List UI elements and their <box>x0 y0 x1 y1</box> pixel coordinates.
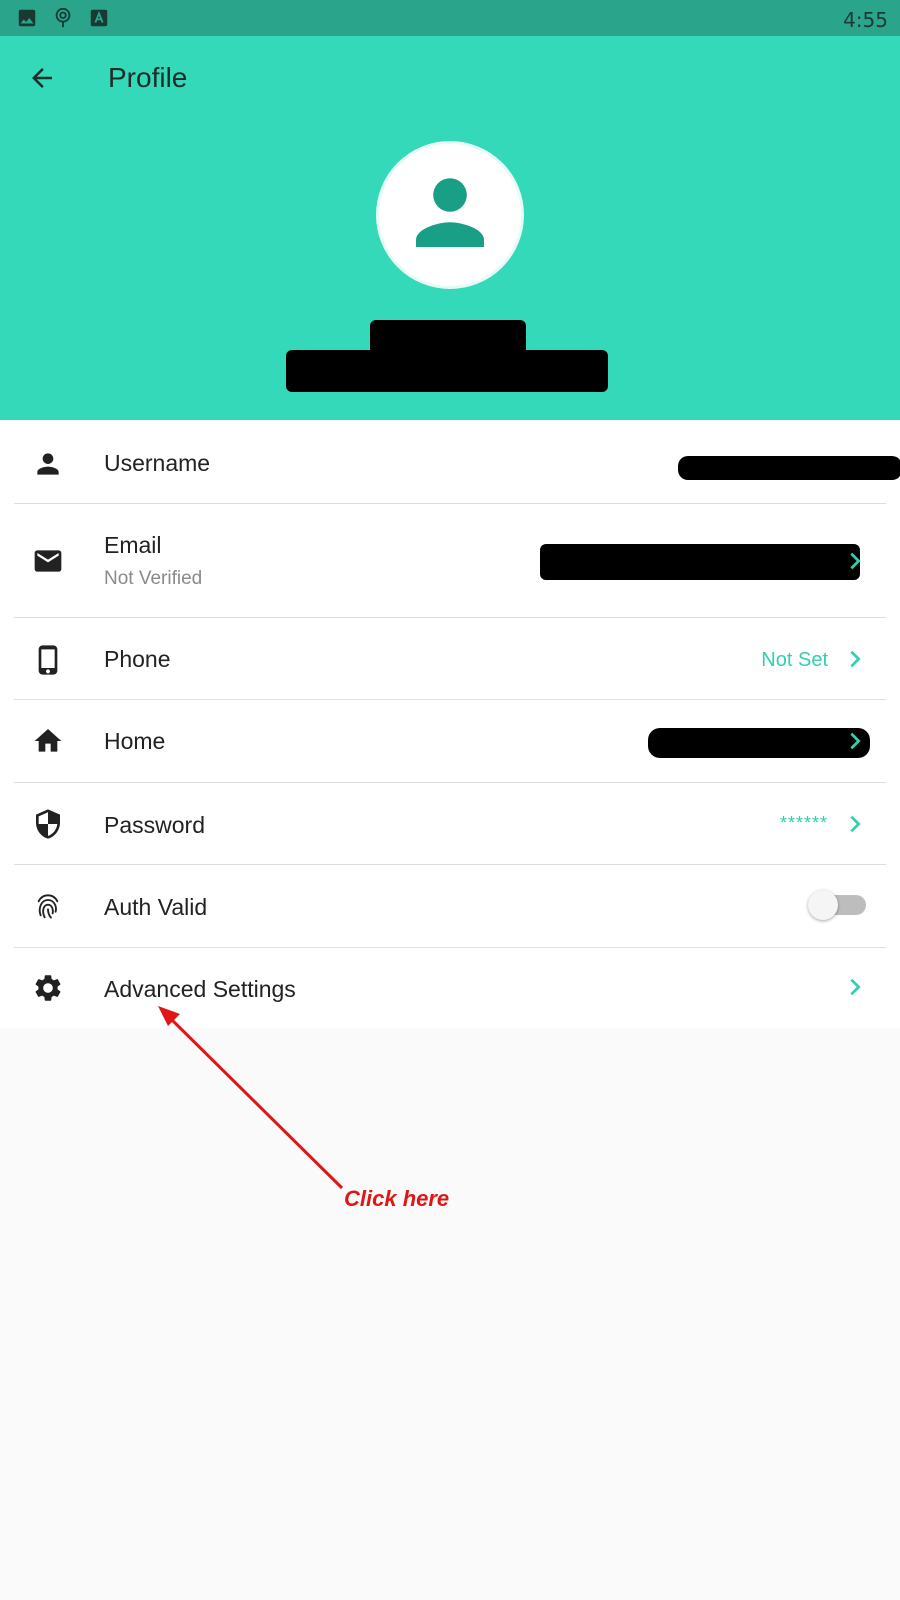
list-item-phone[interactable]: Phone Not Set <box>0 618 900 700</box>
envelope-icon <box>32 545 64 577</box>
chevron-right-icon <box>844 648 866 670</box>
redacted-username-value <box>678 456 900 480</box>
page-title: Profile <box>108 62 188 93</box>
email-label: Email <box>104 532 162 558</box>
annotation-text: Click here <box>344 1186 450 1211</box>
person-icon <box>32 448 64 480</box>
redacted-account-id <box>286 350 608 392</box>
password-label: Password <box>104 812 205 838</box>
arrow-left-icon <box>27 63 57 98</box>
email-verification-status: Not Verified <box>104 568 203 589</box>
status-bar: 4:55 <box>0 0 900 36</box>
profile-settings-list: Username Email Not Verified Phone Not Se… <box>0 420 900 1028</box>
list-item-home[interactable]: Home <box>0 700 900 783</box>
list-item-email[interactable]: Email Not Verified <box>0 504 900 618</box>
image-icon <box>16 7 38 29</box>
location-pin-icon <box>52 7 74 29</box>
status-time: 4:55 <box>843 8 888 32</box>
profile-header: Profile <box>0 36 900 420</box>
redacted-display-name <box>370 320 526 354</box>
font-a-icon <box>88 7 110 29</box>
username-label: Username <box>104 450 211 476</box>
password-value: ****** <box>779 813 828 833</box>
auth-valid-toggle[interactable] <box>808 890 866 920</box>
chevron-right-icon <box>844 976 866 998</box>
phone-icon <box>32 644 64 676</box>
fingerprint-icon <box>32 890 64 922</box>
redacted-email-value <box>540 544 860 580</box>
avatar[interactable] <box>376 141 524 289</box>
back-button[interactable] <box>22 60 62 100</box>
auth-valid-label: Auth Valid <box>104 894 208 920</box>
home-label: Home <box>104 728 166 754</box>
list-item-password[interactable]: Password ****** <box>0 783 900 865</box>
list-item-advanced-settings[interactable]: Advanced Settings <box>0 948 900 1028</box>
advanced-settings-label: Advanced Settings <box>104 976 296 1002</box>
list-item-username[interactable]: Username <box>0 420 900 504</box>
redacted-home-value <box>648 728 870 758</box>
phone-value: Not Set <box>761 649 828 671</box>
person-icon <box>402 165 498 266</box>
chevron-right-icon <box>844 730 866 752</box>
chevron-right-icon <box>844 813 866 835</box>
home-icon <box>32 725 64 757</box>
toggle-thumb <box>808 890 838 920</box>
gear-icon <box>32 972 64 1004</box>
shield-icon <box>32 808 64 840</box>
list-item-auth-valid: Auth Valid <box>0 865 900 948</box>
chevron-right-icon <box>844 550 866 572</box>
phone-label: Phone <box>104 646 171 672</box>
